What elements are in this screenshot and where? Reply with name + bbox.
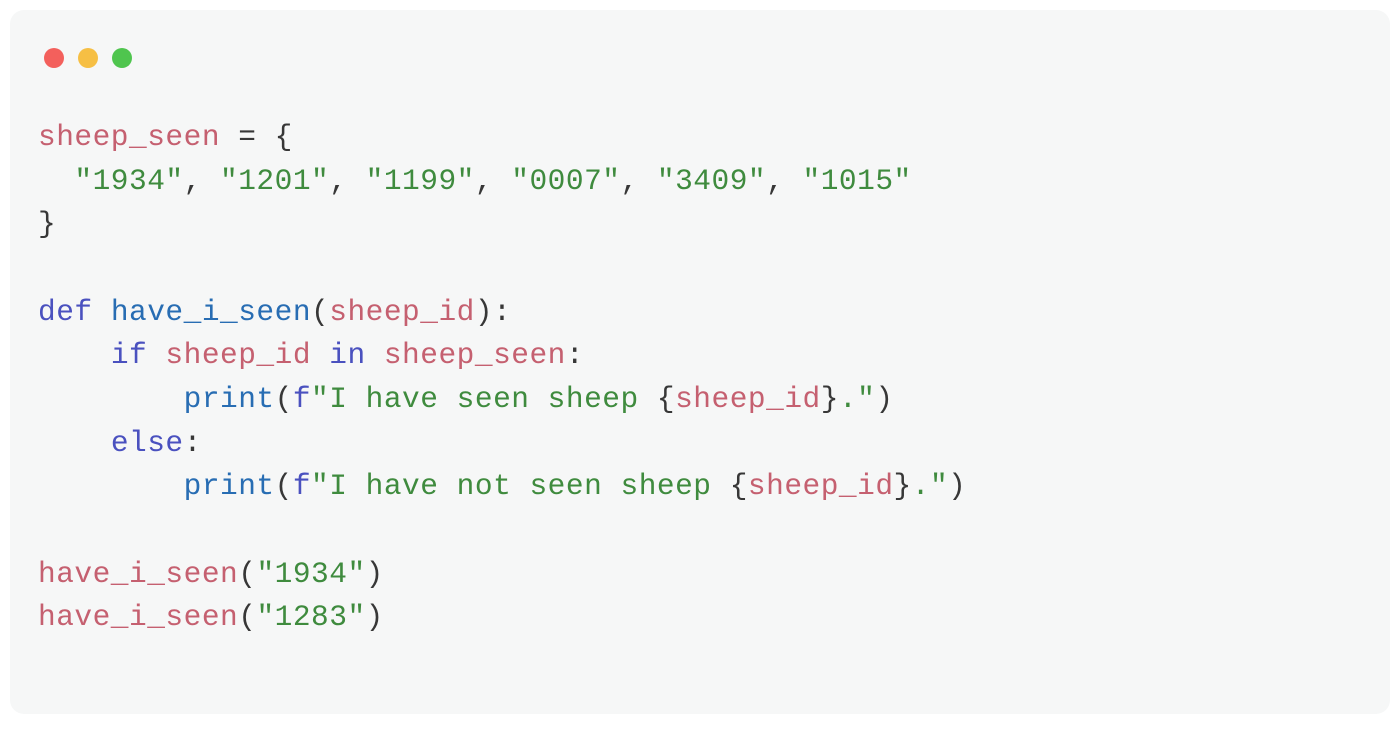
code-token: I have not seen sheep bbox=[329, 469, 729, 503]
code-token: "1934" bbox=[256, 557, 365, 591]
code-token: else bbox=[111, 426, 184, 460]
code-token: } bbox=[894, 469, 912, 503]
code-token: { bbox=[730, 469, 748, 503]
code-token: ) bbox=[875, 382, 893, 416]
code-token: "0007" bbox=[511, 164, 620, 198]
code-token: { bbox=[657, 382, 675, 416]
code-token: def bbox=[38, 295, 93, 329]
code-token bbox=[38, 426, 111, 460]
minimize-icon[interactable] bbox=[78, 48, 98, 68]
code-token: sheep_id bbox=[329, 295, 475, 329]
editor-window: sheep_seen = { "1934", "1201", "1199", "… bbox=[10, 10, 1390, 714]
code-token: "1015" bbox=[803, 164, 912, 198]
code-token: have_i_seen bbox=[111, 295, 311, 329]
code-token bbox=[38, 469, 184, 503]
code-token: ( bbox=[238, 600, 256, 634]
code-token: " bbox=[857, 382, 875, 416]
code-token: , bbox=[329, 164, 365, 198]
code-token bbox=[38, 164, 74, 198]
code-token: ) bbox=[948, 469, 966, 503]
code-token: : bbox=[566, 338, 584, 372]
code-token: } bbox=[821, 382, 839, 416]
code-token: have_i_seen bbox=[38, 557, 238, 591]
zoom-icon[interactable] bbox=[112, 48, 132, 68]
code-token: f bbox=[293, 382, 311, 416]
code-area[interactable]: sheep_seen = { "1934", "1201", "1199", "… bbox=[10, 80, 1390, 640]
code-token: . bbox=[839, 382, 857, 416]
code-token: : bbox=[184, 426, 202, 460]
code-token bbox=[38, 382, 184, 416]
code-token: sheep_id bbox=[165, 338, 311, 372]
code-token: f bbox=[293, 469, 311, 503]
code-token: " bbox=[930, 469, 948, 503]
code-token: "1283" bbox=[256, 600, 365, 634]
code-token: ) bbox=[366, 557, 384, 591]
code-token: ( bbox=[275, 469, 293, 503]
code-token bbox=[366, 338, 384, 372]
code-token: " bbox=[311, 469, 329, 503]
code-token: "1201" bbox=[220, 164, 329, 198]
code-token: { bbox=[275, 120, 293, 154]
code-token bbox=[147, 338, 165, 372]
code-token bbox=[311, 338, 329, 372]
code-token: = bbox=[220, 120, 275, 154]
code-token: ( bbox=[275, 382, 293, 416]
close-icon[interactable] bbox=[44, 48, 64, 68]
code-token: , bbox=[184, 164, 220, 198]
code-token bbox=[93, 295, 111, 329]
code-token: } bbox=[38, 207, 56, 241]
code-token: sheep_id bbox=[748, 469, 894, 503]
source-code[interactable]: sheep_seen = { "1934", "1201", "1199", "… bbox=[38, 116, 1390, 640]
code-token: ( bbox=[238, 557, 256, 591]
code-token: sheep_seen bbox=[38, 120, 220, 154]
code-token: , bbox=[621, 164, 657, 198]
code-token: "3409" bbox=[657, 164, 766, 198]
code-token: if bbox=[111, 338, 147, 372]
code-token: "1934" bbox=[74, 164, 183, 198]
code-token: print bbox=[184, 382, 275, 416]
code-token: sheep_seen bbox=[384, 338, 566, 372]
code-token: ) bbox=[366, 600, 384, 634]
code-token: I have seen sheep bbox=[329, 382, 657, 416]
code-token bbox=[38, 338, 111, 372]
code-token: sheep_id bbox=[675, 382, 821, 416]
code-token: have_i_seen bbox=[38, 600, 238, 634]
code-token: . bbox=[912, 469, 930, 503]
code-token: ( bbox=[311, 295, 329, 329]
code-token: print bbox=[184, 469, 275, 503]
code-token: in bbox=[329, 338, 365, 372]
code-token: "1199" bbox=[366, 164, 475, 198]
code-token: , bbox=[766, 164, 802, 198]
window-titlebar bbox=[10, 10, 1390, 80]
code-token: " bbox=[311, 382, 329, 416]
code-token: , bbox=[475, 164, 511, 198]
code-token: ): bbox=[475, 295, 511, 329]
